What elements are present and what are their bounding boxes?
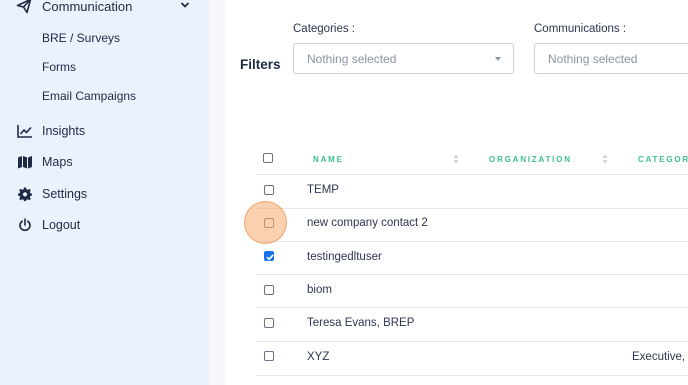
sidebar-item-logout[interactable]: Logout bbox=[16, 216, 80, 234]
line-chart-icon bbox=[16, 124, 33, 139]
row-checkbox[interactable] bbox=[264, 251, 274, 261]
sidebar-item-label: Maps bbox=[42, 155, 73, 169]
communications-caption: Communications : bbox=[534, 23, 627, 35]
column-header-name[interactable]: NAME bbox=[313, 155, 344, 164]
row-checkbox[interactable] bbox=[264, 218, 274, 228]
sidebar-subitem-forms[interactable]: Forms bbox=[42, 60, 76, 74]
sidebar-item-label: Insights bbox=[42, 124, 86, 138]
row-divider bbox=[256, 375, 688, 376]
column-header-organization[interactable]: ORGANIZATION bbox=[489, 155, 572, 164]
checkmark-icon bbox=[266, 254, 274, 261]
row-name[interactable]: Teresa Evans, BREP bbox=[307, 317, 414, 329]
row-checkbox[interactable] bbox=[264, 285, 274, 295]
sort-icon[interactable] bbox=[453, 154, 459, 164]
row-divider bbox=[256, 208, 688, 209]
row-checkbox[interactable] bbox=[264, 185, 274, 195]
row-category: Executive, C bbox=[632, 351, 688, 363]
sidebar-item-label: Logout bbox=[42, 218, 81, 232]
categories-select-value: Nothing selected bbox=[307, 51, 397, 66]
map-icon bbox=[16, 155, 33, 170]
row-divider bbox=[256, 307, 688, 308]
row-divider bbox=[256, 274, 688, 275]
sidebar-item-label: Settings bbox=[42, 187, 88, 201]
sidebar-item-settings[interactable]: Settings bbox=[16, 185, 87, 203]
select-all-checkbox[interactable] bbox=[263, 153, 273, 163]
sidebar-item-maps[interactable]: Maps bbox=[16, 153, 73, 171]
chevron-down-icon[interactable] bbox=[180, 0, 190, 10]
sidebar: Communication BRE / Surveys Forms Email … bbox=[0, 0, 209, 385]
sidebar-subitem-email-campaigns[interactable]: Email Campaigns bbox=[42, 89, 136, 103]
row-name[interactable]: biom bbox=[307, 284, 332, 296]
gear-icon bbox=[16, 187, 33, 202]
sort-icon[interactable] bbox=[602, 154, 608, 164]
content-gutter bbox=[209, 0, 225, 385]
communications-select-value: Nothing selected bbox=[548, 51, 638, 66]
sidebar-item-communication[interactable]: Communication bbox=[16, 0, 196, 16]
row-name[interactable]: testingedltuser bbox=[307, 251, 382, 263]
row-name[interactable]: new company contact 2 bbox=[307, 217, 428, 229]
row-name[interactable]: XYZ bbox=[307, 351, 329, 363]
communications-select[interactable]: Nothing selected bbox=[534, 43, 688, 74]
categories-caption: Categories : bbox=[293, 23, 356, 35]
row-divider bbox=[256, 174, 688, 175]
power-icon bbox=[16, 218, 33, 233]
row-checkbox[interactable] bbox=[264, 318, 274, 328]
caret-down-icon bbox=[495, 57, 501, 61]
row-divider bbox=[256, 241, 688, 242]
row-checkbox[interactable] bbox=[264, 351, 274, 361]
categories-select[interactable]: Nothing selected bbox=[293, 43, 514, 74]
column-header-category[interactable]: CATEGOR bbox=[638, 155, 688, 164]
sidebar-item-label: Communication bbox=[42, 0, 133, 14]
filters-label: Filters bbox=[240, 57, 281, 72]
row-name[interactable]: TEMP bbox=[307, 184, 339, 196]
sidebar-item-insights[interactable]: Insights bbox=[16, 122, 85, 140]
row-divider bbox=[256, 341, 688, 342]
sidebar-subitem-bre-surveys[interactable]: BRE / Surveys bbox=[42, 31, 120, 45]
paper-plane-icon bbox=[16, 0, 32, 14]
